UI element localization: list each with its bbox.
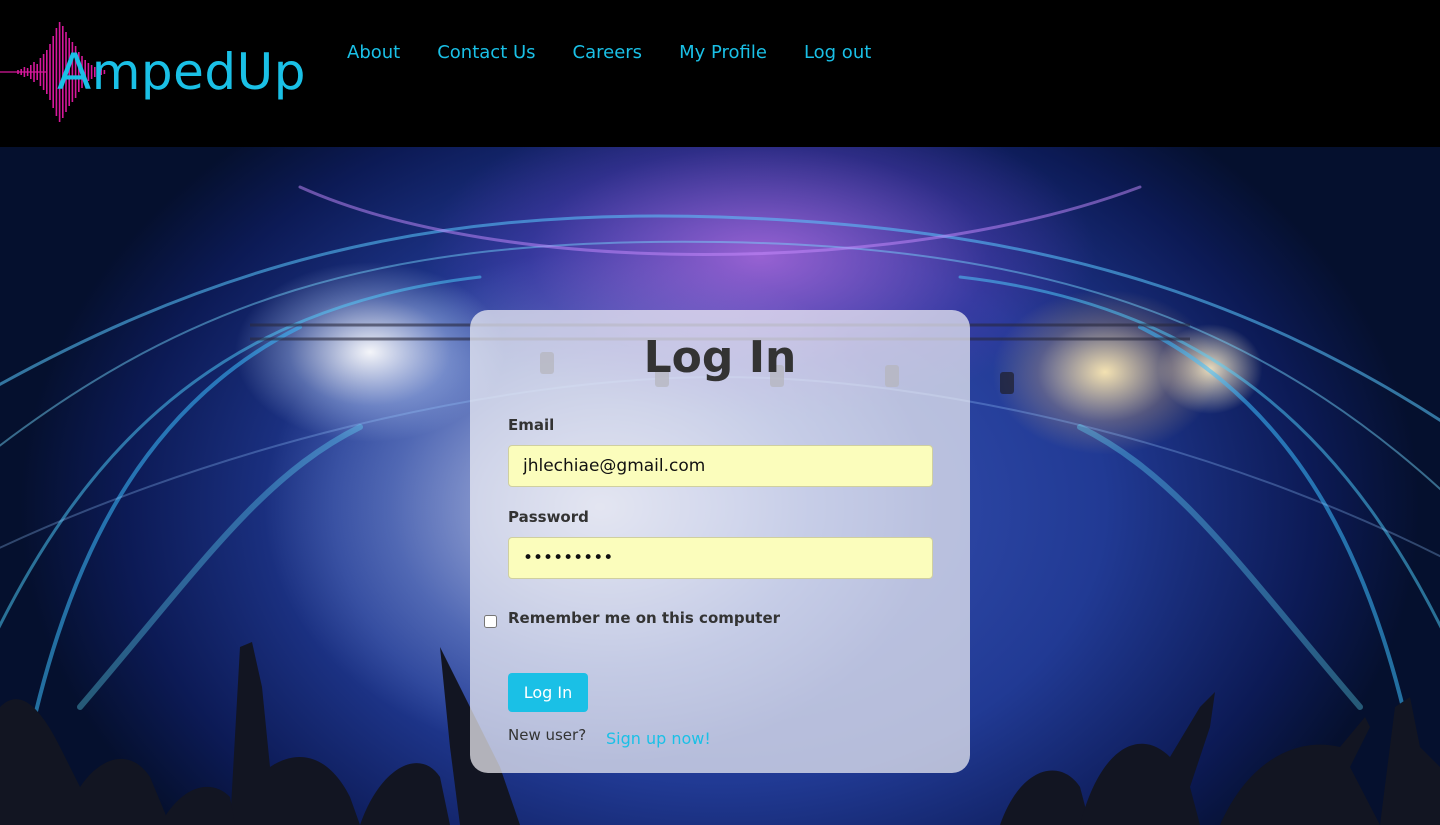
nav-my-profile[interactable]: My Profile — [679, 38, 767, 68]
nav-contact-us[interactable]: Contact Us — [437, 38, 535, 68]
remember-me-checkbox[interactable] — [484, 615, 497, 628]
login-panel: Log In Email Password Remember me on thi… — [470, 310, 970, 773]
main-nav: About Contact Us Careers My Profile Log … — [347, 38, 908, 68]
remember-me-label: Remember me on this computer — [508, 609, 781, 627]
nav-about[interactable]: About — [347, 38, 400, 68]
logo-text: AmpedUp — [57, 43, 306, 101]
new-user-text: New user? — [508, 726, 587, 744]
site-logo[interactable]: AmpedUp — [0, 18, 320, 126]
email-input[interactable] — [508, 445, 933, 487]
signup-link[interactable]: Sign up now! — [606, 729, 711, 748]
login-title: Log In — [643, 332, 797, 383]
login-button[interactable]: Log In — [508, 673, 588, 712]
password-input[interactable] — [508, 537, 933, 579]
nav-careers[interactable]: Careers — [573, 38, 643, 68]
password-label: Password — [508, 508, 589, 526]
email-label: Email — [508, 416, 555, 434]
nav-log-out[interactable]: Log out — [804, 38, 871, 68]
site-header: AmpedUp About Contact Us Careers My Prof… — [0, 0, 1440, 147]
